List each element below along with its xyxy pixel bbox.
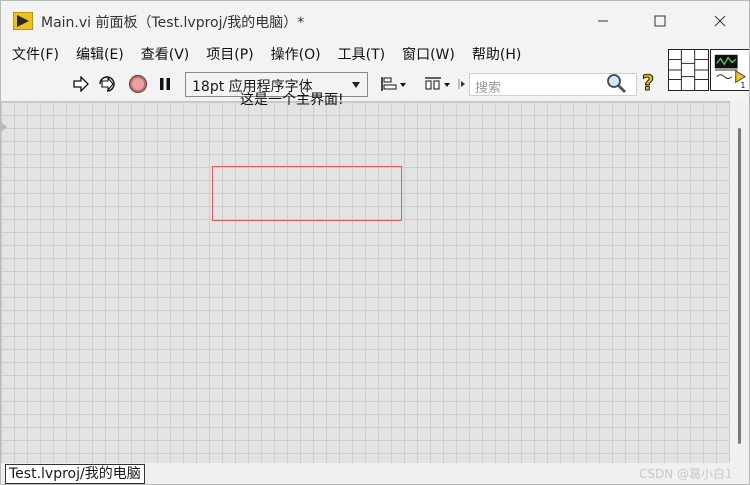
watermark-text: CSDN @葛小白1 <box>639 467 733 481</box>
run-arrow-icon <box>73 76 89 92</box>
project-path-label[interactable]: Test.lvproj/我的电脑 <box>5 464 145 484</box>
menu-view[interactable]: 查看(V) <box>134 42 197 66</box>
stop-icon <box>128 74 148 94</box>
menu-operate[interactable]: 操作(O) <box>264 42 328 66</box>
main-screen-label[interactable]: 这是一个主界面! <box>240 89 344 109</box>
minimize-button[interactable] <box>580 1 626 41</box>
align-objects-icon <box>381 77 406 91</box>
abort-button[interactable] <box>127 74 149 94</box>
align-objects-button[interactable] <box>378 74 410 94</box>
dropdown-arrow-icon <box>352 82 360 88</box>
search-icon[interactable] <box>605 72 629 94</box>
maximize-button[interactable] <box>637 1 683 41</box>
menu-tools[interactable]: 工具(T) <box>331 42 392 66</box>
minimize-icon <box>598 20 608 22</box>
pause-icon <box>160 78 170 90</box>
chevron-right-icon <box>458 79 465 89</box>
menu-project[interactable]: 项目(P) <box>199 42 260 66</box>
menu-edit[interactable]: 编辑(E) <box>69 42 131 66</box>
decoration-frame[interactable] <box>212 166 402 221</box>
menu-window[interactable]: 窗口(W) <box>395 42 462 66</box>
pause-button[interactable] <box>154 74 176 94</box>
window-title: Main.vi 前面板（Test.lvproj/我的电脑）* <box>41 15 305 31</box>
labview-front-panel-window: Main.vi 前面板（Test.lvproj/我的电脑）* 文件(F) 编辑(… <box>0 0 750 485</box>
run-continuously-button[interactable] <box>96 74 118 94</box>
maximize-icon <box>654 15 666 27</box>
labview-app-icon <box>13 12 33 30</box>
distribute-objects-button[interactable] <box>422 74 454 94</box>
menu-file[interactable]: 文件(F) <box>5 42 66 66</box>
menu-help[interactable]: 帮助(H) <box>465 42 528 66</box>
context-help-icon[interactable]: ? <box>641 71 654 96</box>
distribute-objects-icon <box>425 77 450 90</box>
vertical-scrollbar-thumb[interactable] <box>738 128 741 444</box>
vi-icon[interactable]: 1 <box>710 49 750 91</box>
connector-pane-icon[interactable] <box>668 49 709 91</box>
run-continuously-icon <box>99 76 115 92</box>
title-bar[interactable]: Main.vi 前面板（Test.lvproj/我的电脑）* <box>1 1 749 41</box>
close-icon <box>714 15 726 27</box>
run-button[interactable] <box>70 74 92 94</box>
toolbar-overflow-button[interactable] <box>456 74 468 94</box>
status-bar: Test.lvproj/我的电脑 CSDN @葛小白1 <box>1 463 749 484</box>
menu-bar: 文件(F) 编辑(E) 查看(V) 项目(P) 操作(O) 工具(T) 窗口(W… <box>1 41 666 67</box>
canvas-origin-arrow-icon <box>1 122 7 132</box>
vertical-scrollbar[interactable] <box>730 101 749 463</box>
svg-text:1: 1 <box>740 81 745 90</box>
front-panel-canvas[interactable] <box>1 101 730 463</box>
close-button[interactable] <box>697 1 743 41</box>
